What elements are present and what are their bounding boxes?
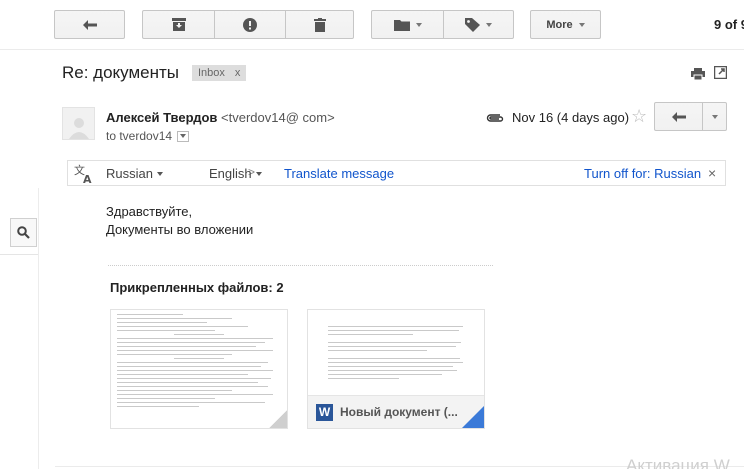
message-date: Nov 16 (4 days ago) [512, 110, 630, 125]
search-people-button[interactable] [10, 218, 37, 247]
person-silhouette-icon [68, 118, 89, 139]
reply-button[interactable] [655, 103, 703, 130]
tag-icon [465, 17, 480, 32]
printer-icon [691, 68, 705, 81]
attachment-footer: W Новый документ (... [308, 395, 484, 428]
back-arrow-icon [82, 19, 97, 30]
recipient-text: to tverdov14 [106, 129, 173, 143]
paperclip-icon [486, 114, 504, 122]
sender-avatar[interactable] [62, 107, 95, 140]
attachment-card[interactable] [110, 309, 288, 429]
chevron-down-icon [486, 22, 492, 27]
gmail-message-view: More 9 of 9 Re: документы Inbox x Алексе… [0, 0, 744, 469]
attachment-indicator [486, 110, 504, 128]
source-language-select[interactable]: Russian [106, 166, 163, 181]
chevron-down-icon [255, 171, 262, 176]
page-fold-icon [462, 406, 484, 428]
translate-icon: 文A [74, 164, 92, 184]
sender-name[interactable]: Алексей Твердов [106, 110, 217, 125]
message-body: Здравствуйте, Документы во вложении [106, 203, 253, 239]
labels-button[interactable] [443, 11, 513, 38]
attachment-preview [117, 314, 281, 410]
archive-button[interactable] [143, 11, 214, 38]
chevron-down-icon [415, 22, 422, 27]
toolbar-divider [0, 49, 744, 50]
chevron-down-icon [711, 114, 718, 119]
delete-button[interactable] [285, 11, 354, 38]
target-language-label: English [209, 166, 252, 181]
reply-button-group [654, 102, 727, 131]
turn-off-translation-link[interactable]: Turn off for: Russian [584, 166, 701, 181]
body-line: Документы во вложении [106, 222, 254, 237]
star-icon: ☆ [631, 106, 648, 126]
chevron-down-icon [578, 22, 585, 27]
target-language-select[interactable]: English [209, 166, 262, 181]
word-icon: W [316, 403, 333, 421]
reply-icon [671, 111, 686, 122]
remove-label-button[interactable]: x [235, 67, 241, 79]
chevron-down-icon [156, 171, 163, 176]
spam-icon [243, 17, 257, 32]
label-text: Inbox [198, 67, 225, 79]
recipient-line: to tverdov14 [106, 129, 190, 143]
star-button[interactable]: ☆ [631, 106, 647, 127]
page-fold-icon [269, 410, 287, 428]
sidebar-separator [0, 254, 38, 255]
trash-icon [314, 17, 326, 32]
new-window-icon [713, 65, 728, 80]
more-label: More [546, 18, 573, 31]
report-spam-button[interactable] [214, 11, 285, 38]
body-line: Здравствуйте, [106, 204, 193, 219]
attachments-separator [108, 265, 493, 266]
move-to-button[interactable] [372, 11, 443, 38]
windows-activation-watermark: Активация W [626, 456, 730, 469]
translate-bar: 文A Russian > English Translate message T… [67, 160, 726, 186]
message-subject: Re: документы [62, 63, 180, 82]
reply-options-button[interactable] [703, 103, 726, 130]
open-new-window-button[interactable] [713, 65, 728, 84]
close-translate-bar-button[interactable]: × [708, 165, 716, 181]
attachment-filename: Новый документ (... [340, 405, 458, 419]
pagination-count: 9 of 9 [714, 17, 744, 32]
back-button[interactable] [54, 10, 125, 39]
svg-text:A: A [83, 173, 92, 184]
more-button[interactable]: More [530, 10, 601, 39]
inbox-label-chip[interactable]: Inbox x [192, 65, 247, 81]
search-icon [17, 226, 30, 239]
attachment-preview [328, 326, 470, 382]
sender-line: Алексей Твердов <tverdov14@ com> [106, 110, 335, 125]
folder-icon [393, 19, 410, 31]
chevron-down-icon [180, 134, 187, 138]
translate-message-link[interactable]: Translate message [284, 166, 394, 181]
print-all-button[interactable] [691, 67, 705, 85]
action-button-group [142, 10, 354, 39]
show-details-button[interactable] [177, 130, 190, 142]
attachment-card[interactable]: W Новый документ (... [307, 309, 485, 429]
sender-address: <tverdov14@ com> [221, 110, 335, 125]
move-label-group [371, 10, 514, 39]
archive-icon [171, 18, 186, 31]
sidebar-divider [38, 188, 39, 469]
attachments-title: Прикрепленных файлов: 2 [110, 280, 284, 295]
source-language-label: Russian [106, 166, 153, 181]
